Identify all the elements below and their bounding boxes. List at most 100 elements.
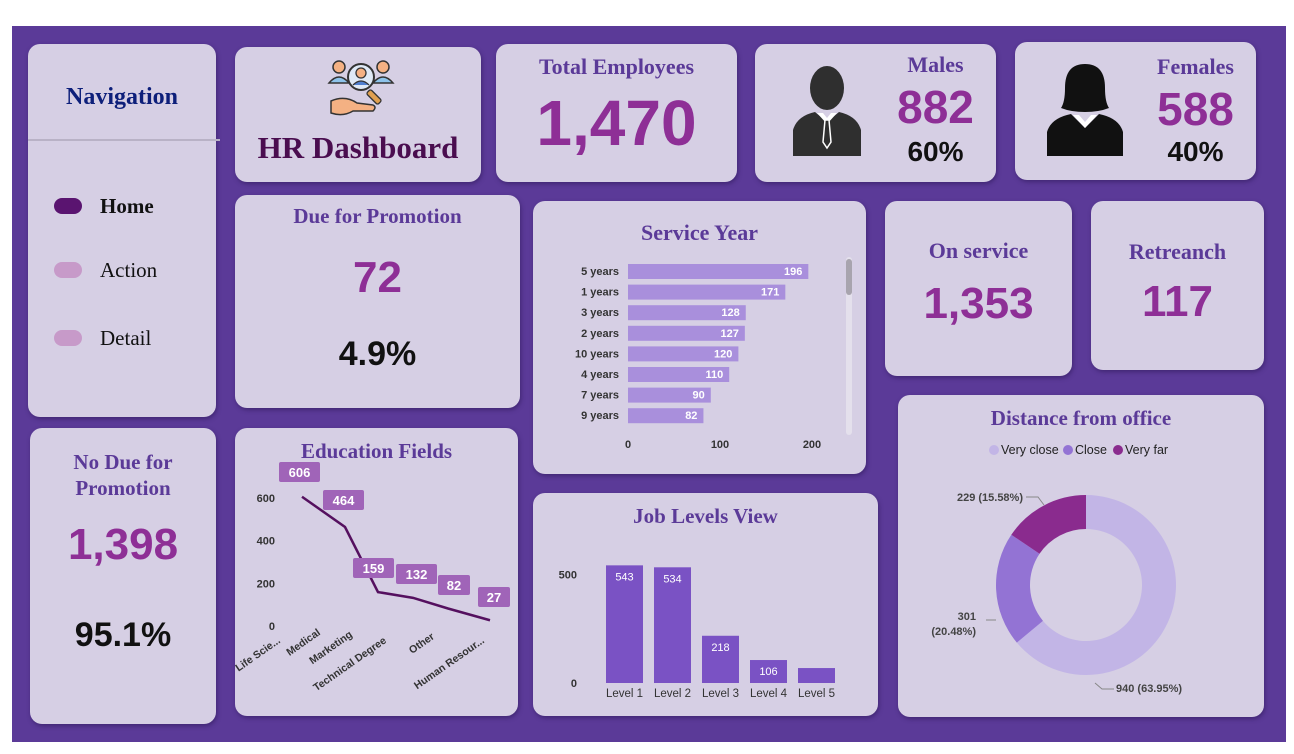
job-levels-data-label: 218 — [711, 642, 729, 654]
no-due-promotion-title-line2: Promotion — [75, 476, 171, 500]
service-year-tick-label: 5 years — [581, 266, 619, 278]
due-promotion-pct: 4.9% — [338, 335, 417, 373]
navigation-panel: Navigation Home Action Detail — [28, 44, 220, 417]
nav-item-action[interactable]: Action — [54, 257, 158, 282]
service-year-tick-label: 7 years — [581, 390, 619, 402]
job-levels-x-tick: Level 1 — [606, 688, 643, 700]
due-promotion-title: Due for Promotion — [293, 204, 462, 228]
education-x-tick: Life Scie... — [235, 635, 283, 675]
on-service-title: On service — [928, 238, 1029, 263]
education-fields-chart: 0200400600606464159 1328227Life Scie... Me… — [235, 462, 510, 694]
females-card: Females 588 40% — [1015, 42, 1256, 180]
females-value: 588 — [1157, 83, 1234, 135]
males-value: 882 — [897, 81, 974, 133]
no-due-promotion-value: 1,398 — [67, 520, 179, 569]
dashboard-header-card: HR Dashboard — [235, 47, 481, 182]
navigation-divider — [28, 139, 220, 141]
education-series-line — [301, 495, 491, 622]
due-promotion-value: 72 — [353, 253, 402, 302]
nav-pill-icon — [54, 262, 82, 278]
education-x-tick: Other — [407, 631, 437, 657]
total-employees-value: 1,470 — [536, 87, 697, 159]
males-pct: 60% — [907, 136, 964, 167]
total-employees-title: Total Employees — [538, 54, 695, 79]
due-promotion-card: Due for Promotion 72 4.9% — [235, 195, 520, 408]
education-data-label: 159 — [363, 561, 385, 576]
service-year-tick-label: 4 years — [581, 369, 619, 381]
service-year-tick-label: 9 years — [581, 410, 619, 422]
job-levels-card: Job Levels View 0 500 543 Level 1 534 Level 2… — [533, 493, 878, 716]
job-levels-chart: 0 500 543 Level 1 534 Level 2 218 Level 3 106 Lev… — [559, 565, 835, 700]
education-data-label: 27 — [487, 590, 501, 605]
service-year-data-label: 127 — [720, 328, 738, 340]
distance-legend-label: Very far — [1125, 443, 1168, 457]
distance-leader-line — [1094, 682, 1114, 690]
service-year-scrollbar-thumb — [846, 259, 852, 295]
service-year-x-tick: 0 — [625, 439, 631, 451]
females-pct: 40% — [1167, 136, 1224, 167]
nav-pill-icon — [54, 198, 82, 214]
distance-leader-line — [1026, 496, 1045, 506]
male-person-icon — [793, 66, 861, 156]
distance-data-label: 940 (63.95%) — [1116, 683, 1182, 695]
retrench-title: Retreanch — [1128, 239, 1227, 264]
dashboard-title: HR Dashboard — [257, 130, 459, 165]
service-year-data-label: 120 — [714, 348, 732, 360]
service-year-tick-label: 10 years — [575, 348, 619, 360]
female-person-icon — [1047, 64, 1123, 156]
service-year-data-label: 90 — [693, 390, 705, 402]
job-levels-data-label: 534 — [663, 573, 681, 585]
distance-data-label: 229 (15.58%) — [957, 492, 1023, 504]
distance-donut-chart: Very close Close Very far 940 (63.95%) 301 (2… — [931, 443, 1182, 695]
nav-item-detail[interactable]: Detail — [54, 325, 152, 350]
distance-legend-label: Very close — [1001, 443, 1059, 457]
education-y-tick: 400 — [257, 536, 275, 548]
retrench-value: 117 — [1142, 277, 1213, 326]
total-employees-card: Total Employees 1,470 — [496, 44, 737, 182]
education-data-label: 132 — [406, 567, 428, 582]
retrench-card: Retreanch 117 — [1091, 201, 1264, 370]
job-levels-y-tick: 500 — [559, 570, 577, 582]
education-data-label: 464 — [333, 493, 355, 508]
distance-legend-marker — [1113, 445, 1123, 455]
job-levels-bar — [798, 668, 835, 683]
on-service-value: 1,353 — [923, 279, 1034, 328]
service-year-data-label: 196 — [784, 266, 802, 278]
nav-label-home: Home — [100, 193, 154, 218]
service-year-data-label: 171 — [761, 287, 779, 299]
service-year-x-tick: 200 — [803, 439, 821, 451]
service-year-data-label: 82 — [685, 410, 697, 422]
distance-legend-label: Close — [1075, 443, 1107, 457]
education-y-tick: 600 — [257, 493, 275, 505]
job-levels-x-tick: Level 5 — [798, 688, 835, 700]
job-levels-y-tick: 0 — [571, 678, 577, 690]
service-year-chart: 5 years 196 1 years 171 3 years 128 2 years 127… — [575, 257, 852, 451]
nav-label-action: Action — [100, 257, 158, 282]
males-card: Males 882 60% — [755, 44, 996, 182]
no-due-promotion-title-line1: No Due for — [73, 450, 173, 474]
education-data-label: 606 — [289, 465, 311, 480]
job-levels-data-label: 543 — [615, 571, 633, 583]
job-levels-x-tick: Level 4 — [750, 688, 788, 700]
nav-pill-icon — [54, 330, 82, 346]
distance-legend-marker — [989, 445, 999, 455]
males-title: Males — [907, 52, 964, 77]
service-year-card: Service Year 5 years 196 1 years 171 3 years… — [533, 201, 866, 474]
education-x-tick: Technical Degree — [311, 635, 389, 694]
service-year-x-tick: 100 — [711, 439, 729, 451]
service-year-bar — [628, 264, 809, 279]
distance-data-label: 301 — [958, 611, 976, 623]
nav-label-detail: Detail — [100, 325, 152, 350]
service-year-tick-label: 3 years — [581, 307, 619, 319]
navigation-title: Navigation — [65, 84, 178, 110]
hr-team-search-icon — [327, 60, 395, 116]
no-due-promotion-pct: 95.1% — [74, 616, 172, 654]
nav-item-home[interactable]: Home — [54, 193, 154, 218]
job-levels-data-label: 106 — [759, 666, 777, 678]
distance-data-label: (20.48%) — [931, 626, 976, 638]
education-fields-card: Education Fields 0 200 400 600 606 464 159 132 8… — [235, 428, 518, 716]
job-levels-x-tick: Level 2 — [654, 688, 691, 700]
on-service-card: On service 1,353 — [885, 201, 1072, 376]
education-data-label: 82 — [447, 578, 461, 593]
females-title: Females — [1157, 54, 1234, 79]
